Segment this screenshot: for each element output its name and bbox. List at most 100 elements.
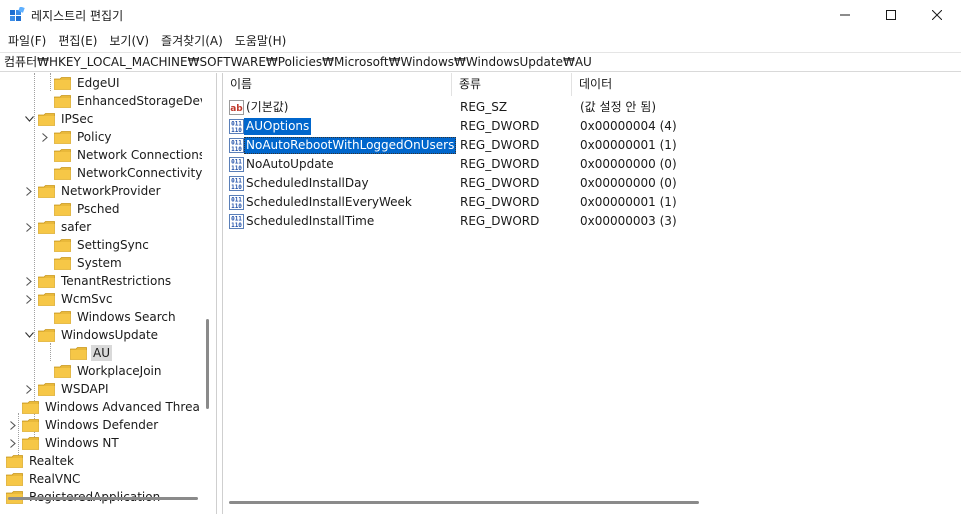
tree-item[interactable]: WSDAPI — [23, 380, 111, 398]
menu-view[interactable]: 보기(V) — [103, 30, 155, 52]
tree-item[interactable]: NetworkConnectivitySt — [54, 164, 216, 182]
menu-help[interactable]: 도움말(H) — [229, 30, 293, 52]
menu-file[interactable]: 파일(F) — [2, 30, 52, 52]
tree-item[interactable]: WindowsUpdate — [23, 326, 160, 344]
tree-item[interactable]: WorkplaceJoin — [54, 362, 164, 380]
title-bar[interactable]: 레지스트리 편집기 — [0, 0, 961, 30]
tree-item[interactable]: IPSec — [23, 110, 95, 128]
tree-item-label: Realtek — [29, 454, 74, 468]
tree-item[interactable]: EnhancedStorageDevic — [54, 92, 216, 110]
value-type: REG_DWORD — [460, 157, 540, 171]
value-type: REG_DWORD — [460, 195, 540, 209]
binary-value-icon: 011110 — [229, 119, 244, 134]
chevron-down-icon[interactable] — [23, 113, 35, 125]
tree-item[interactable]: Windows Advanced Threa — [22, 398, 202, 416]
chevron-right-icon[interactable] — [23, 221, 35, 233]
chevron-right-icon[interactable] — [7, 437, 19, 449]
value-type: REG_DWORD — [460, 119, 540, 133]
svg-text:110: 110 — [231, 222, 242, 229]
tree-item-label: IPSec — [61, 112, 94, 126]
tree-item[interactable]: safer — [23, 218, 93, 236]
close-icon — [932, 10, 942, 20]
value-data: 0x00000001 (1) — [580, 138, 677, 152]
registry-editor-icon — [10, 7, 25, 21]
values-horizontal-scrollbar[interactable] — [229, 501, 699, 504]
value-name: AUOptions — [244, 118, 312, 135]
tree-item[interactable]: Windows Search — [54, 308, 178, 326]
tree-item[interactable]: AU — [70, 344, 112, 362]
tree-item[interactable]: NetworkProvider — [23, 182, 163, 200]
tree-item-label: Windows Advanced Threa — [45, 400, 200, 414]
tree-item-label: Windows NT — [45, 436, 119, 450]
value-data: 0x00000001 (1) — [580, 195, 677, 209]
column-header-data[interactable]: 데이터 — [572, 73, 782, 96]
tree-item[interactable]: SettingSync — [54, 236, 151, 254]
value-row[interactable]: 011 110 NoAutoRebootWithLoggedOnUsers REG_D… — [223, 136, 961, 155]
tree-item[interactable]: Realtek — [6, 452, 76, 470]
tree-item[interactable]: RealVNC — [6, 470, 82, 488]
tree-item[interactable]: Network Connections — [54, 146, 207, 164]
folder-icon — [54, 76, 71, 90]
value-name: NoAutoRebootWithLoggedOnUsers — [244, 137, 457, 154]
svg-text:110: 110 — [231, 146, 242, 153]
close-button[interactable] — [914, 0, 960, 30]
address-bar[interactable]: 컴퓨터₩HKEY_LOCAL_MACHINE₩SOFTWARE₩Policies… — [0, 52, 961, 72]
value-row[interactable]: 011 110 AUOptions REG_DWORD 0x00000004 (4) — [223, 117, 961, 136]
chevron-right-icon[interactable] — [23, 185, 35, 197]
chevron-right-icon[interactable] — [23, 383, 35, 395]
folder-icon — [38, 220, 55, 234]
tree-item[interactable]: System — [54, 254, 124, 272]
value-row[interactable]: 011 110 ScheduledInstallDay REG_DWORD 0x0000… — [223, 174, 961, 193]
svg-text:110: 110 — [231, 184, 242, 191]
folder-icon — [38, 184, 55, 198]
svg-text:110: 110 — [231, 165, 242, 172]
tree-vertical-scrollbar[interactable] — [202, 73, 216, 514]
svg-text:110: 110 — [231, 127, 242, 134]
chevron-right-icon[interactable] — [23, 293, 35, 305]
tree-guide-line — [50, 73, 51, 91]
binary-value-icon: 011110 — [229, 138, 244, 153]
folder-icon — [38, 292, 55, 306]
tree-item[interactable]: Policy — [39, 128, 114, 146]
folder-icon — [22, 436, 39, 450]
key-tree-pane[interactable]: EdgeUI EnhancedStorageDevic IPSec Policy Net… — [0, 73, 217, 514]
scrollbar-thumb[interactable] — [206, 319, 209, 409]
tree-item-label: Psched — [77, 202, 120, 216]
tree-item[interactable]: TenantRestrictions — [23, 272, 173, 290]
tree-item[interactable]: Psched — [54, 200, 121, 218]
value-data: (값 설정 안 됨) — [580, 100, 657, 114]
value-row[interactable]: 011 110 NoAutoUpdate REG_DWORD 0x00000000 (0… — [223, 155, 961, 174]
folder-icon — [54, 310, 71, 324]
binary-value-icon: 011110 — [229, 176, 244, 191]
menu-edit[interactable]: 편집(E) — [52, 30, 103, 52]
folder-icon — [38, 274, 55, 288]
svg-text:110: 110 — [231, 203, 242, 210]
column-header-name[interactable]: 이름 — [223, 73, 452, 96]
maximize-button[interactable] — [868, 0, 914, 30]
folder-icon — [22, 400, 39, 414]
value-name: ScheduledInstallEveryWeek — [246, 195, 412, 209]
chevron-right-icon[interactable] — [39, 131, 51, 143]
tree-item[interactable]: Windows NT — [7, 434, 121, 452]
tree-item[interactable]: Windows Defender — [7, 416, 160, 434]
menu-favorites[interactable]: 즐겨찾기(A) — [155, 30, 229, 52]
tree-item-label: NetworkConnectivitySt — [77, 166, 215, 180]
chevron-down-icon[interactable] — [23, 329, 35, 341]
values-pane[interactable]: 이름 종류 데이터 ab (기본값) REG_SZ (값 설정 안 됨) 011 110 A… — [222, 73, 961, 514]
tree-horizontal-scrollbar[interactable] — [8, 497, 198, 500]
tree-item-label: Windows Search — [77, 310, 176, 324]
folder-icon — [38, 112, 55, 126]
tree-guide-line — [50, 343, 51, 361]
tree-item[interactable]: WcmSvc — [23, 290, 114, 308]
tree-item-label: NetworkProvider — [61, 184, 161, 198]
tree-item-label: RealVNC — [29, 472, 81, 486]
chevron-right-icon[interactable] — [23, 275, 35, 287]
value-row[interactable]: ab (기본값) REG_SZ (값 설정 안 됨) — [223, 98, 961, 117]
value-row[interactable]: 011 110 ScheduledInstallTime REG_DWORD 0x000… — [223, 212, 961, 231]
tree-item[interactable]: EdgeUI — [54, 74, 122, 92]
minimize-button[interactable] — [822, 0, 868, 30]
column-header-type[interactable]: 종류 — [452, 73, 572, 96]
value-data: 0x00000000 (0) — [580, 157, 677, 171]
chevron-right-icon[interactable] — [7, 419, 19, 431]
value-row[interactable]: 011 110 ScheduledInstallEveryWeek REG_DWORD… — [223, 193, 961, 212]
